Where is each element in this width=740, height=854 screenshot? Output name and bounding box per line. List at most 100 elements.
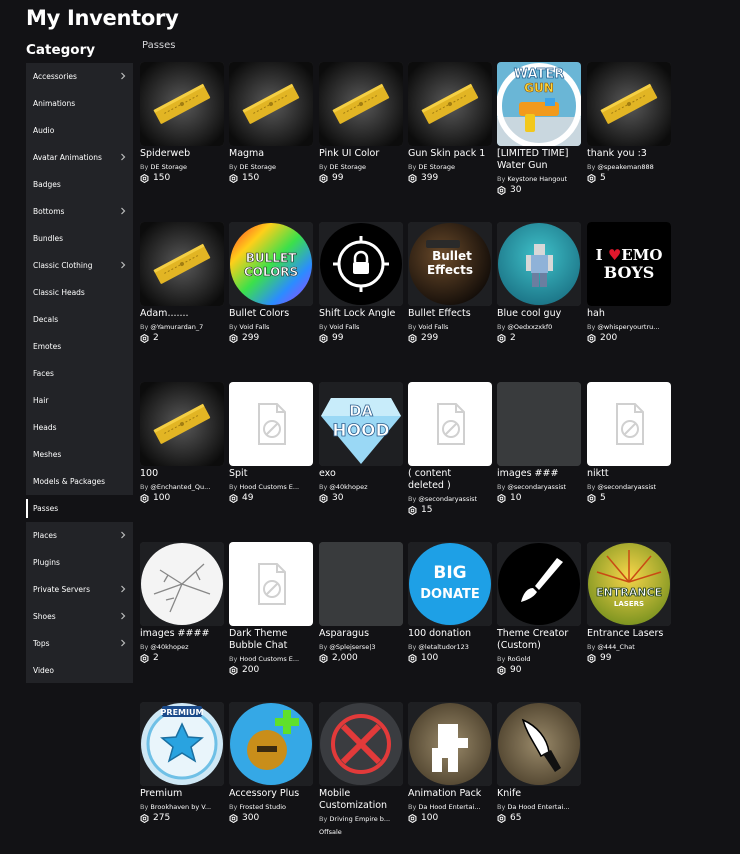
item-name[interactable]: Spit	[229, 468, 321, 480]
creator-name[interactable]: Hood Customs E...	[239, 483, 299, 491]
creator-name[interactable]: @speakeman888	[597, 163, 653, 171]
item-name[interactable]: exo	[319, 468, 411, 480]
sidebar-item-accessories[interactable]: Accessories	[26, 63, 133, 90]
item-thumbnail[interactable]: Bullet Effects	[408, 222, 492, 306]
creator-name[interactable]: Void Falls	[239, 323, 269, 331]
item-name[interactable]: Theme Creator (Custom)	[497, 628, 589, 652]
creator-name[interactable]: Void Falls	[329, 323, 359, 331]
item-thumbnail[interactable]	[587, 62, 671, 146]
item-name[interactable]: 100	[140, 468, 232, 480]
item-name[interactable]: Shift Lock Angle	[319, 308, 411, 320]
creator-name[interactable]: @444_Chat	[597, 643, 634, 651]
sidebar-item-video[interactable]: Video	[26, 657, 133, 684]
sidebar-item-bottoms[interactable]: Bottoms	[26, 198, 133, 225]
item-thumbnail[interactable]	[229, 702, 313, 786]
item-thumbnail[interactable]	[408, 382, 492, 466]
creator-name[interactable]: Da Hood Entertai...	[507, 803, 569, 811]
item-thumbnail[interactable]	[229, 62, 313, 146]
item-thumbnail[interactable]	[319, 542, 403, 626]
item-name[interactable]: Mobile Customization	[319, 788, 411, 812]
sidebar-item-shoes[interactable]: Shoes	[26, 603, 133, 630]
sidebar-item-meshes[interactable]: Meshes	[26, 441, 133, 468]
creator-name[interactable]: @secondaryassist	[507, 483, 566, 491]
sidebar-item-heads[interactable]: Heads	[26, 414, 133, 441]
creator-name[interactable]: Frosted Studio	[239, 803, 286, 811]
creator-name[interactable]: DE Storage	[329, 163, 366, 171]
sidebar-item-models-packages[interactable]: Models & Packages	[26, 468, 133, 495]
creator-name[interactable]: DE Storage	[239, 163, 276, 171]
item-name[interactable]: Blue cool guy	[497, 308, 589, 320]
item-name[interactable]: [LIMITED TIME] Water Gun	[497, 148, 589, 172]
item-name[interactable]: Pink UI Color	[319, 148, 411, 160]
creator-name[interactable]: DE Storage	[150, 163, 187, 171]
sidebar-item-audio[interactable]: Audio	[26, 117, 133, 144]
sidebar-item-decals[interactable]: Decals	[26, 306, 133, 333]
item-thumbnail[interactable]	[229, 382, 313, 466]
item-name[interactable]: ( content deleted )	[408, 468, 500, 492]
sidebar-item-plugins[interactable]: Plugins	[26, 549, 133, 576]
item-thumbnail[interactable]	[408, 702, 492, 786]
creator-name[interactable]: @secondaryassist	[418, 495, 477, 503]
sidebar-item-avatar-animations[interactable]: Avatar Animations	[26, 144, 133, 171]
item-thumbnail[interactable]	[140, 542, 224, 626]
sidebar-item-hair[interactable]: Hair	[26, 387, 133, 414]
item-name[interactable]: Bullet Effects	[408, 308, 500, 320]
sidebar-item-private-servers[interactable]: Private Servers	[26, 576, 133, 603]
item-thumbnail[interactable]: PREMIUM	[140, 702, 224, 786]
creator-name[interactable]: @whisperyourtru...	[597, 323, 659, 331]
item-name[interactable]: Magma	[229, 148, 321, 160]
creator-name[interactable]: Brookhaven by V...	[150, 803, 211, 811]
sidebar-item-animations[interactable]: Animations	[26, 90, 133, 117]
item-name[interactable]: Adam.......	[140, 308, 232, 320]
item-name[interactable]: Gun Skin pack 1	[408, 148, 500, 160]
item-thumbnail[interactable]	[319, 702, 403, 786]
item-name[interactable]: hah	[587, 308, 679, 320]
sidebar-item-classic-heads[interactable]: Classic Heads	[26, 279, 133, 306]
creator-name[interactable]: RoGold	[507, 655, 530, 663]
sidebar-item-faces[interactable]: Faces	[26, 360, 133, 387]
item-thumbnail[interactable]	[497, 542, 581, 626]
sidebar-item-tops[interactable]: Tops	[26, 630, 133, 657]
item-thumbnail[interactable]	[587, 382, 671, 466]
creator-name[interactable]: @Splejserse|3	[329, 643, 375, 651]
item-thumbnail[interactable]: BULLET COLORS	[229, 222, 313, 306]
item-name[interactable]: Premium	[140, 788, 232, 800]
sidebar-item-passes[interactable]: Passes	[26, 495, 133, 522]
creator-name[interactable]: Void Falls	[418, 323, 448, 331]
item-name[interactable]: images ###	[497, 468, 589, 480]
item-name[interactable]: thank you :3	[587, 148, 679, 160]
item-thumbnail[interactable]	[408, 62, 492, 146]
creator-name[interactable]: @Enchanted_Qu...	[150, 483, 210, 491]
item-thumbnail[interactable]	[229, 542, 313, 626]
creator-name[interactable]: DE Storage	[418, 163, 455, 171]
creator-name[interactable]: @40khopez	[150, 643, 188, 651]
sidebar-item-bundles[interactable]: Bundles	[26, 225, 133, 252]
item-thumbnail[interactable]	[319, 222, 403, 306]
item-name[interactable]: Asparagus	[319, 628, 411, 640]
item-name[interactable]: images ####	[140, 628, 232, 640]
creator-name[interactable]: Da Hood Entertai...	[418, 803, 480, 811]
item-name[interactable]: Knife	[497, 788, 589, 800]
item-name[interactable]: niktt	[587, 468, 679, 480]
item-thumbnail[interactable]	[497, 222, 581, 306]
creator-name[interactable]: @40khopez	[329, 483, 367, 491]
item-thumbnail[interactable]	[319, 62, 403, 146]
item-thumbnail[interactable]: WATER GUN	[497, 62, 581, 146]
creator-name[interactable]: @secondaryassist	[597, 483, 656, 491]
sidebar-item-classic-clothing[interactable]: Classic Clothing	[26, 252, 133, 279]
creator-name[interactable]: @Yamurardan_7	[150, 323, 203, 331]
item-thumbnail[interactable]: DA HOOD	[319, 382, 403, 466]
creator-name[interactable]: Keystone Hangout	[507, 175, 567, 183]
item-name[interactable]: 100 donation	[408, 628, 500, 640]
item-thumbnail[interactable]	[140, 222, 224, 306]
item-thumbnail[interactable]	[497, 382, 581, 466]
item-name[interactable]: Spiderweb	[140, 148, 232, 160]
creator-name[interactable]: Hood Customs E...	[239, 655, 299, 663]
item-name[interactable]: Entrance Lasers	[587, 628, 679, 640]
item-thumbnail[interactable]: ENTRANCE LASERS	[587, 542, 671, 626]
creator-name[interactable]: @Oedxxzxkf0	[507, 323, 552, 331]
item-thumbnail[interactable]: BIG DONATE	[408, 542, 492, 626]
item-name[interactable]: Animation Pack	[408, 788, 500, 800]
item-name[interactable]: Bullet Colors	[229, 308, 321, 320]
item-name[interactable]: Dark Theme Bubble Chat	[229, 628, 321, 652]
